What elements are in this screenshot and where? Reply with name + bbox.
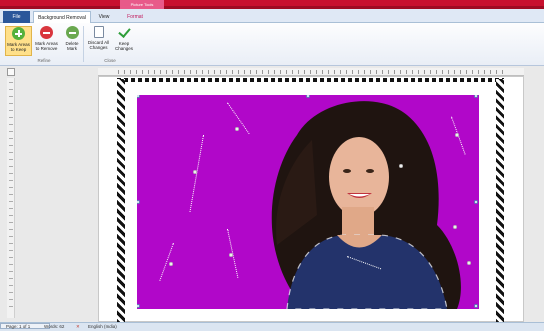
tab-file[interactable]: File	[3, 11, 30, 23]
mark-endpoint[interactable]	[235, 127, 239, 131]
mark-endpoint[interactable]	[229, 253, 233, 257]
discard-all-changes-button[interactable]: Discard All Changes	[85, 26, 112, 56]
status-language[interactable]: English (India)	[88, 323, 117, 331]
resize-handle-bottom-right[interactable]	[474, 304, 478, 308]
delete-mark-icon	[65, 26, 79, 39]
horizontal-ruler	[98, 68, 524, 76]
page-border-left	[117, 79, 125, 323]
portrait-subject	[271, 101, 461, 309]
ribbon-tab-row: File Background Removal View Format	[0, 9, 544, 23]
mark-areas-to-keep-label: Mark Areas to Keep	[7, 42, 30, 52]
status-bar: Page: 1 of 1 Words: 62 ✕ English (India)	[0, 322, 544, 331]
discard-document-icon	[93, 26, 104, 38]
resize-handle-middle-right[interactable]	[474, 200, 478, 204]
mark-endpoint[interactable]	[455, 133, 459, 137]
ribbon-group-separator	[83, 26, 84, 62]
picture-tools-context-label: Picture Tools	[120, 0, 164, 9]
title-bar: Picture Tools	[0, 0, 544, 9]
page-border-right	[496, 79, 504, 323]
ribbon: Mark Areas to Keep Mark Areas to Remove …	[0, 23, 544, 66]
mark-endpoint[interactable]	[399, 164, 403, 168]
status-page-count[interactable]: Page: 1 of 1	[6, 323, 30, 331]
keep-changes-label: Keep Changes	[114, 41, 133, 51]
ruler-ticks	[118, 70, 508, 74]
mark-areas-to-remove-button[interactable]: Mark Areas to Remove	[33, 26, 60, 56]
tab-background-removal[interactable]: Background Removal	[33, 11, 91, 23]
tab-view[interactable]: View	[93, 11, 115, 23]
mark-endpoint[interactable]	[467, 261, 471, 265]
mark-endpoint[interactable]	[169, 262, 173, 266]
page-border-top	[117, 78, 504, 82]
ruler-tab-selector[interactable]	[7, 68, 15, 76]
keep-changes-button[interactable]: Keep Changes	[113, 26, 135, 56]
mark-areas-to-remove-label: Mark Areas to Remove	[35, 41, 58, 51]
checkmark-icon	[118, 26, 131, 39]
mark-areas-to-keep-button[interactable]: Mark Areas to Keep	[5, 26, 32, 56]
group-label-refine: Refine	[37, 58, 51, 63]
mark-endpoint[interactable]	[453, 225, 457, 229]
tab-format[interactable]: Format	[118, 11, 152, 23]
delete-mark-label: Delete Mark	[65, 41, 79, 51]
proofing-error-icon[interactable]: ✕	[76, 323, 80, 331]
delete-mark-button[interactable]: Delete Mark	[61, 26, 83, 56]
plus-circle-icon	[12, 27, 25, 40]
group-label-close: Close	[104, 58, 116, 63]
mark-endpoint[interactable]	[193, 170, 197, 174]
vertical-ruler	[7, 78, 15, 318]
status-word-count[interactable]: Words: 62	[44, 323, 64, 331]
minus-circle-icon	[40, 26, 53, 39]
discard-all-changes-label: Discard All Changes	[87, 40, 110, 50]
background-removal-picture[interactable]	[137, 95, 479, 309]
